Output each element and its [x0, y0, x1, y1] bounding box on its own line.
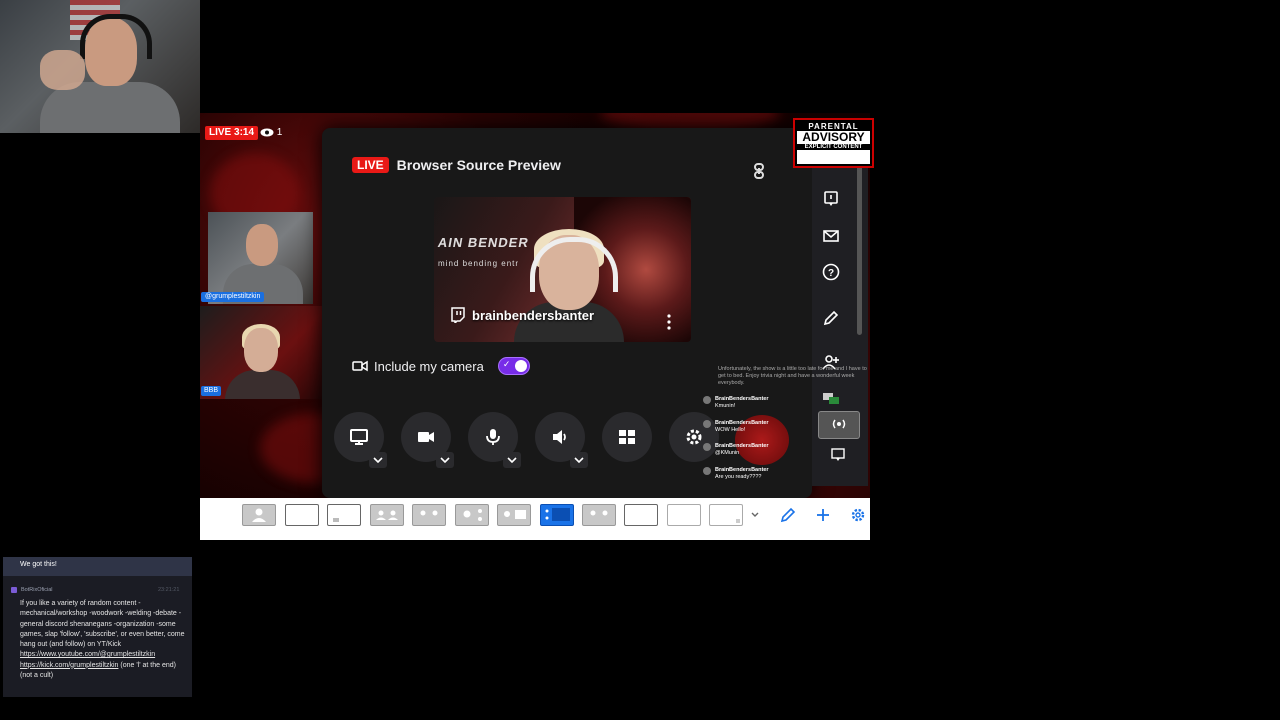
modal-header: LIVE Browser Source Preview: [352, 156, 561, 174]
twitch-icon: [451, 307, 465, 323]
layout-two-cams-wide[interactable]: [412, 504, 446, 526]
bot-badge-icon: [11, 587, 17, 593]
pa-line2: ADVISORY: [802, 130, 865, 144]
chat-message-body: If you like a variety of random content …: [20, 599, 185, 681]
preview-sub-text: mind bending entr: [438, 259, 520, 268]
layout-blank-1[interactable]: [624, 504, 658, 526]
layout-blank-3[interactable]: [709, 504, 743, 526]
screen-share-options[interactable]: [369, 452, 387, 468]
guest-name-tag: BBB: [201, 386, 222, 396]
chevron-down-icon: [507, 457, 517, 463]
live-timer-badge: LIVE 3:14: [205, 126, 259, 140]
copy-link-icon[interactable]: [750, 162, 768, 180]
layout-screen-small-cam[interactable]: [327, 504, 361, 526]
layout-cam-plus-two[interactable]: [455, 504, 489, 526]
microphone-options[interactable]: [503, 452, 521, 468]
overlay-chat-message: BrainBendersBanter WOW Hello!: [703, 420, 769, 434]
edit-layout-pencil-icon[interactable]: [779, 506, 797, 524]
svg-text:?: ?: [828, 268, 834, 279]
layout-screen-with-cams-selected[interactable]: [540, 504, 574, 526]
parental-advisory-logo: PARENTAL ADVISORY EXPLICIT CONTENT: [795, 120, 872, 166]
guest-webcam-1[interactable]: [208, 212, 313, 304]
faded-chat-message: Unfortunately, the show is a little too …: [718, 366, 867, 386]
viewer-count: 1: [260, 126, 282, 140]
layout-screen-only[interactable]: [285, 504, 319, 526]
layout-single-cam[interactable]: [242, 504, 276, 526]
mail-icon[interactable]: [820, 225, 842, 247]
help-icon[interactable]: ?: [820, 261, 842, 283]
chat-timestamp: 23:21:21: [158, 587, 180, 593]
include-camera-row: Include my camera ✓: [352, 357, 530, 375]
camera-options[interactable]: [436, 452, 454, 468]
chat-bubbles-icon[interactable]: [820, 388, 842, 410]
chat-username: BotRixOficial: [21, 587, 53, 593]
pa-line3: EXPLICIT CONTENT: [797, 144, 870, 150]
guest-name-tag: @grumplestiltzkin: [201, 292, 265, 302]
chat-icon[interactable]: [830, 448, 846, 462]
more-layouts-chevron-icon[interactable]: [746, 506, 764, 524]
more-options-icon[interactable]: [664, 313, 674, 331]
overlay-chat-message: BrainBendersBanter @KMunin: [703, 443, 769, 457]
video-camera-icon: [418, 432, 434, 442]
include-camera-toggle[interactable]: ✓: [497, 357, 530, 375]
overlay-chat-message: BrainBendersBanter Are you ready????: [703, 467, 769, 481]
speaker-icon: [553, 430, 566, 444]
speaker-options[interactable]: [570, 452, 588, 468]
chevron-down-icon: [373, 457, 383, 463]
avatar: [703, 443, 711, 451]
overlay-chat-message: BrainBendersBanter Kmunin!: [703, 396, 769, 410]
modal-title: Browser Source Preview: [396, 157, 561, 173]
layout-blank-2[interactable]: [667, 504, 701, 526]
monitor-icon: [350, 429, 368, 445]
layout-cam-and-screen[interactable]: [497, 504, 531, 526]
viewer-count-value: 1: [276, 127, 283, 138]
chevron-down-icon: [574, 457, 584, 463]
preview-brand-text: AIN BENDER: [436, 235, 531, 250]
kick-link[interactable]: https://kick.com/grumplestiltzkin: [20, 662, 118, 669]
layout-three-cams[interactable]: [582, 504, 616, 526]
layout-settings-gear-icon[interactable]: [849, 506, 867, 524]
gear-icon: [686, 429, 702, 445]
preview-channel-label: brainbendersbanter: [450, 305, 594, 325]
grid-icon: [619, 430, 635, 444]
eye-icon: [260, 128, 274, 137]
chat-message-highlight: We got this!: [3, 557, 192, 576]
preview-channel-name: brainbendersbanter: [472, 307, 595, 323]
camera-icon: [352, 360, 368, 372]
layout-two-cams[interactable]: [370, 504, 404, 526]
microphone-icon: [486, 429, 500, 445]
avatar: [703, 396, 711, 404]
avatar: [703, 420, 711, 428]
layout-grid-button[interactable]: [602, 412, 652, 462]
add-layout-plus-icon[interactable]: [814, 506, 832, 524]
avatar: [703, 467, 711, 475]
pencil-icon[interactable]: [820, 307, 842, 329]
live-tag: LIVE: [352, 157, 389, 173]
include-camera-label: Include my camera: [374, 358, 484, 374]
broadcast-button[interactable]: [818, 411, 860, 439]
youtube-link[interactable]: https://www.youtube.com/@grumplestiltzki…: [20, 651, 155, 658]
toolbar-scrollbar[interactable]: [857, 165, 862, 335]
broadcast-icon: [832, 419, 846, 429]
alert-icon[interactable]: [820, 188, 842, 210]
chevron-down-icon: [440, 457, 450, 463]
main-webcam: [0, 0, 200, 133]
chat-message-text: If you like a variety of random content …: [20, 600, 185, 649]
